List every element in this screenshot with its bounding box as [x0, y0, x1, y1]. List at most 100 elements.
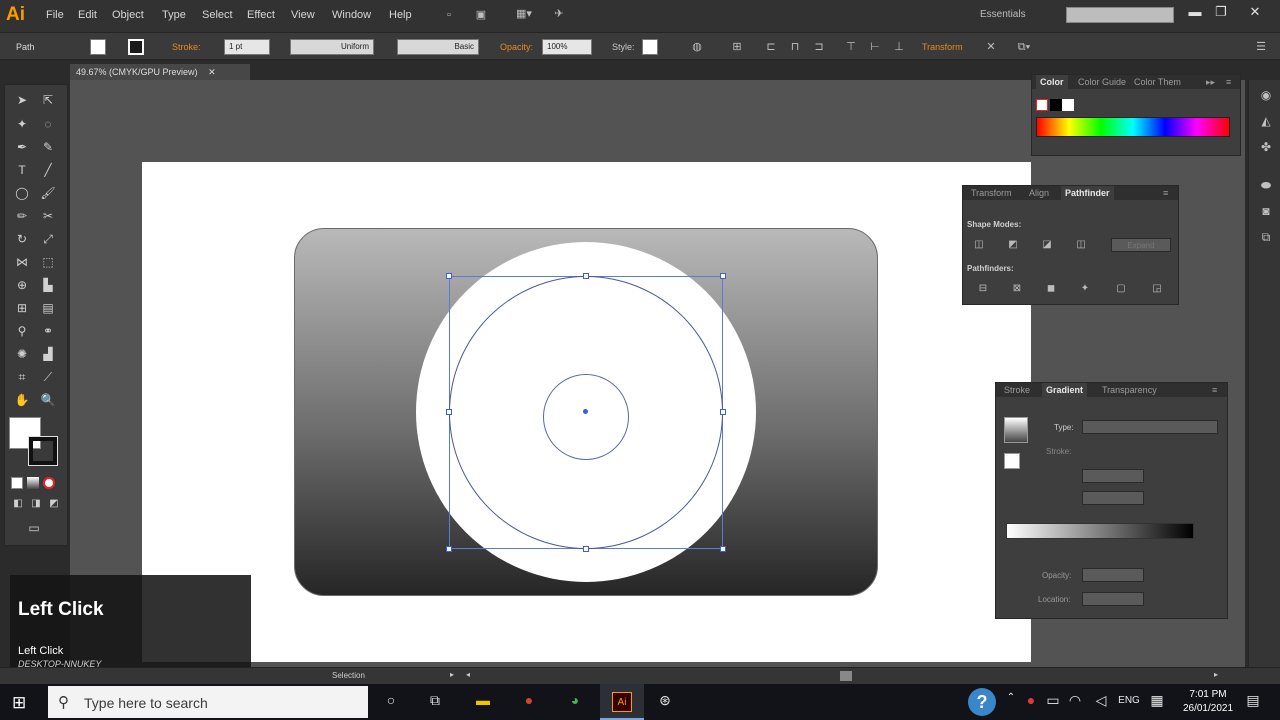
taskbar-clock[interactable]: 7:01 PM 26/01/2021 [1176, 688, 1240, 716]
divide-icon[interactable]: ⊟ [975, 282, 991, 296]
current-tool-status[interactable]: Selection [332, 671, 365, 680]
menu-edit[interactable]: Edit [78, 9, 97, 21]
network-icon[interactable]: ▭ [1042, 692, 1064, 712]
menu-help[interactable]: Help [389, 9, 412, 21]
align-top-icon[interactable]: ⊤ [844, 41, 858, 53]
tab-color-guide[interactable]: Color Guide [1074, 75, 1130, 89]
align-to-icon[interactable]: ⊞ [730, 41, 744, 53]
draw-behind-icon[interactable]: ◨ [27, 495, 45, 513]
slice-tool-icon[interactable]: ⟋ [39, 368, 57, 386]
panel-collapse-icon[interactable]: ▸▸ [1202, 75, 1219, 89]
pen-tool-icon[interactable]: ✒ [13, 138, 31, 156]
artboard-tool-icon[interactable]: ⌗ [13, 368, 31, 386]
panel-menu-icon[interactable]: ≡ [1208, 383, 1221, 397]
column-graph-tool-icon[interactable]: ▟ [39, 345, 57, 363]
stock-icon[interactable]: ▣ [474, 9, 488, 21]
isolate-icon[interactable]: ✕ [984, 41, 998, 53]
perspective-grid-tool-icon[interactable]: ▙ [39, 276, 57, 294]
stroke-weight-field[interactable]: 1 pt [224, 39, 270, 55]
volume-icon[interactable]: ◁ [1090, 692, 1112, 712]
windows-start-icon[interactable]: ⊞ [12, 693, 26, 713]
none-swatch-icon[interactable] [1036, 99, 1048, 111]
draw-mode-icon[interactable]: ◧ [9, 495, 27, 513]
screen-mode-icon[interactable]: ▭ [25, 519, 43, 537]
scale-tool-icon[interactable]: ⤢ [39, 230, 57, 248]
handle-middle-left[interactable] [446, 409, 452, 415]
stop-location-field[interactable] [1082, 592, 1144, 606]
width-tool-icon[interactable]: ⋈ [13, 253, 31, 271]
transform-link[interactable]: Transform [922, 42, 963, 52]
stop-opacity-field[interactable] [1082, 568, 1144, 582]
keyboard-icon[interactable]: ▦ [1146, 692, 1168, 712]
align-bottom-icon[interactable]: ⊥ [892, 41, 906, 53]
opacity-label[interactable]: Opacity: [500, 42, 533, 52]
paintbrush-tool-icon[interactable]: 🖌 [39, 184, 57, 202]
color-spectrum[interactable] [1036, 117, 1230, 137]
options-icon[interactable]: ⧉▾ [1012, 41, 1036, 53]
gradient-slider[interactable] [1006, 523, 1194, 539]
panel-menu-icon[interactable]: ≡ [1222, 75, 1235, 89]
tab-align[interactable]: Align [1025, 186, 1053, 200]
symbol-sprayer-tool-icon[interactable]: ✺ [13, 345, 31, 363]
outline-icon[interactable]: ▢ [1113, 282, 1129, 296]
brushes-panel-icon[interactable]: ⬬ [1257, 178, 1275, 194]
restore-icon[interactable]: ❐ [1210, 4, 1232, 20]
minimize-icon[interactable]: ▬ [1184, 4, 1206, 20]
layers-panel-icon[interactable]: ⧉ [1257, 230, 1275, 246]
recolor-artwork-icon[interactable]: ◍ [690, 41, 704, 53]
intersect-icon[interactable]: ◪ [1039, 238, 1055, 252]
align-center-icon[interactable]: ⊓ [788, 41, 802, 53]
panel-menu-icon[interactable]: ≡ [1159, 186, 1172, 200]
rotate-tool-icon[interactable]: ↻ [13, 230, 31, 248]
selection-tool-icon[interactable]: ➤ [13, 91, 31, 109]
zoom-tool-icon[interactable]: 🔍 [39, 391, 57, 409]
eyedropper-tool-icon[interactable]: ⚲ [13, 322, 31, 340]
fill-swatch[interactable] [90, 39, 106, 55]
panel-menu-icon[interactable]: ☰ [1254, 41, 1268, 53]
tab-transparency[interactable]: Transparency [1098, 383, 1161, 397]
variable-width-profile-dropdown[interactable]: Uniform [290, 39, 374, 55]
white-swatch[interactable] [1062, 99, 1074, 111]
crop-icon[interactable]: ✦ [1077, 282, 1093, 296]
handle-middle-right[interactable] [720, 409, 726, 415]
menu-type[interactable]: Type [162, 9, 186, 21]
file-explorer-icon[interactable]: ▬ [472, 692, 494, 712]
free-transform-tool-icon[interactable]: ⬚ [39, 253, 57, 271]
help-question-icon[interactable]: ? [968, 688, 996, 716]
exclude-icon[interactable]: ◫ [1073, 238, 1089, 252]
color-panel-icon[interactable]: ◉ [1257, 88, 1275, 104]
stroke-swatch[interactable] [128, 39, 144, 55]
gpu-performance-icon[interactable]: ✈ [552, 8, 566, 20]
graphic-style-swatch[interactable] [642, 39, 658, 55]
workspace-switcher[interactable]: Essentials [980, 9, 1026, 20]
swatches-panel-icon[interactable]: ◭ [1257, 114, 1275, 130]
illustrator-taskbar-button[interactable]: Ai [600, 684, 644, 720]
cortana-icon[interactable]: ○ [380, 692, 402, 712]
tab-transform[interactable]: Transform [967, 186, 1016, 200]
document-tab[interactable]: 49.67% (CMYK/GPU Preview) ✕ [70, 64, 250, 80]
hand-tool-icon[interactable]: ✋ [13, 391, 31, 409]
menu-view[interactable]: View [291, 9, 315, 21]
record-indicator-icon[interactable]: ● [1020, 692, 1042, 712]
stroke-color-box[interactable] [28, 436, 58, 466]
type-tool-icon[interactable]: T [13, 161, 31, 179]
handle-bottom-left[interactable] [446, 546, 452, 552]
appearance-panel-icon[interactable]: ◙ [1257, 204, 1275, 220]
opacity-field[interactable]: 100% [542, 39, 592, 55]
angle-field[interactable] [1082, 469, 1144, 483]
blend-tool-icon[interactable]: ⚭ [39, 322, 57, 340]
scissors-tool-icon[interactable]: ✂ [39, 207, 57, 225]
recorder-app-icon[interactable]: ⊛ [654, 692, 676, 712]
tab-color[interactable]: Color [1036, 75, 1068, 89]
gradient-fill-box[interactable] [1004, 453, 1020, 469]
magic-wand-tool-icon[interactable]: ✦ [13, 115, 31, 133]
brush-definition-dropdown[interactable]: Basic [397, 39, 479, 55]
inner-circle-path[interactable] [543, 374, 629, 460]
menu-select[interactable]: Select [202, 9, 233, 21]
menu-object[interactable]: Object [112, 9, 144, 21]
color-mode-icon[interactable] [11, 477, 23, 489]
curvature-tool-icon[interactable]: ✎ [39, 138, 57, 156]
handle-top-right[interactable] [720, 273, 726, 279]
notification-center-icon[interactable]: ▤ [1242, 692, 1264, 712]
tab-stroke[interactable]: Stroke [1000, 383, 1034, 397]
